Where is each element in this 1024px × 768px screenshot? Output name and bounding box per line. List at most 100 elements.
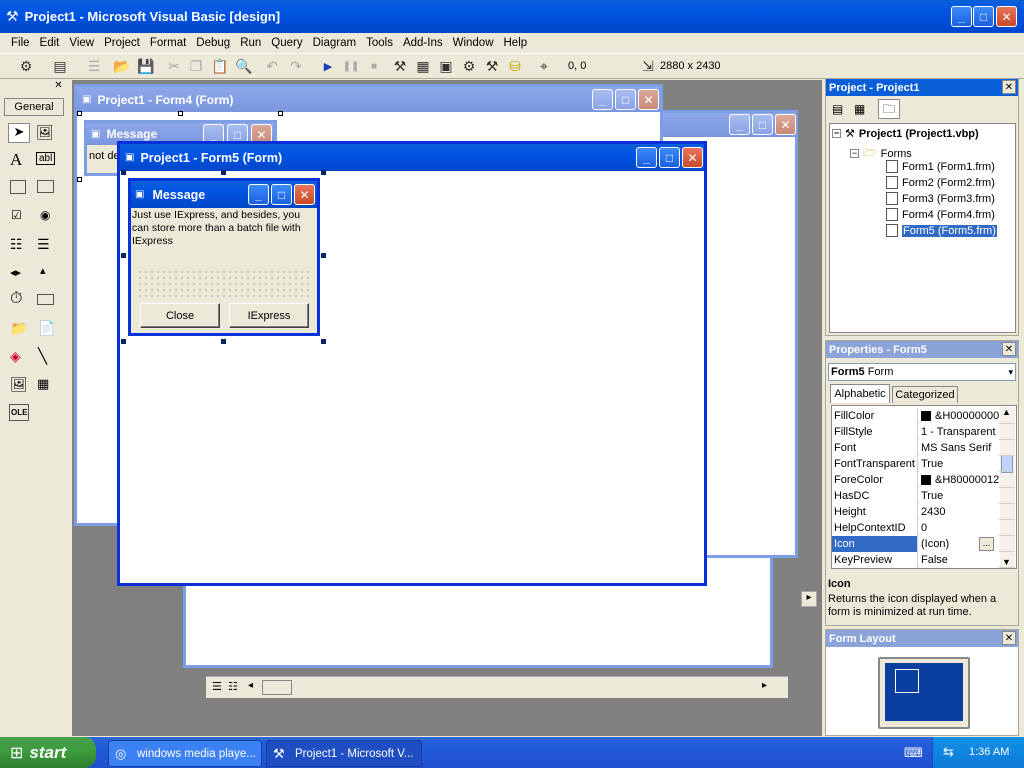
hscrollbar-tool-icon[interactable]: ◂▸ bbox=[10, 266, 21, 279]
dirlistbox-tool-icon[interactable]: 📁 bbox=[10, 320, 27, 337]
object-selector-dropdown-icon[interactable]: ▾ bbox=[1008, 364, 1013, 380]
add-form-icon[interactable]: ▤ bbox=[50, 55, 70, 77]
start-button[interactable]: ⊞ start bbox=[0, 737, 96, 768]
save-icon[interactable]: 💾 bbox=[136, 55, 156, 77]
toolbox-general-tab[interactable]: General bbox=[4, 98, 64, 116]
toolbox-close-icon[interactable]: ✕ bbox=[52, 80, 65, 93]
tab-alphabetic[interactable]: Alphabetic bbox=[830, 384, 890, 403]
keyboard-icon[interactable]: ⌨ bbox=[904, 745, 923, 761]
background2-minimize-button[interactable]: _ bbox=[729, 114, 750, 135]
open-icon[interactable]: 📂 bbox=[112, 55, 132, 77]
scroll-right-icon[interactable]: ▸ bbox=[762, 680, 767, 691]
properties-panel-close-icon[interactable]: ✕ bbox=[1002, 342, 1016, 356]
form4-selection-handle[interactable] bbox=[278, 111, 283, 116]
property-row[interactable]: FillStyle 1 - Transparent bbox=[832, 424, 1014, 440]
form-position-preview[interactable] bbox=[895, 669, 919, 693]
maximize-button[interactable]: □ bbox=[973, 6, 994, 27]
picturebox-tool-icon[interactable]: 🖼 bbox=[36, 124, 54, 141]
project-panel-close-icon[interactable]: ✕ bbox=[1002, 80, 1016, 94]
project-explorer-icon[interactable]: ⚒ bbox=[390, 55, 410, 77]
view-code-icon[interactable]: ▤ bbox=[832, 102, 843, 116]
ole-tool-icon[interactable]: OLE bbox=[9, 404, 30, 421]
form5-selection-handle[interactable] bbox=[121, 253, 126, 258]
scroll-left-icon[interactable]: ◂ bbox=[248, 680, 253, 691]
undo-icon[interactable]: ↶ bbox=[262, 55, 282, 77]
tree-form3[interactable]: Form3 (Form3.frm) bbox=[886, 192, 995, 205]
form4-selection-handle[interactable] bbox=[178, 111, 183, 116]
data-tool-icon[interactable]: ▦ bbox=[37, 376, 49, 392]
tree-collapse-icon[interactable]: − bbox=[850, 149, 859, 158]
menu-editor-icon[interactable]: ☰ bbox=[84, 55, 104, 77]
combobox-tool-icon[interactable]: ☷ bbox=[10, 236, 23, 253]
form5-selection-handle[interactable] bbox=[321, 253, 326, 258]
vscrollbar-tool-icon[interactable]: ▴ bbox=[40, 264, 46, 277]
redo-icon[interactable]: ↷ bbox=[286, 55, 306, 77]
menu-edit[interactable]: Edit bbox=[35, 37, 65, 49]
close-button-control[interactable]: Close bbox=[140, 303, 220, 328]
property-row[interactable]: KeyPreview False bbox=[832, 552, 1014, 568]
tab-categorized[interactable]: Categorized bbox=[892, 386, 958, 403]
image-tool-icon[interactable]: 🖼 bbox=[10, 376, 28, 393]
form-layout-icon[interactable]: ▣ bbox=[436, 55, 456, 77]
label-tool-icon[interactable]: A bbox=[10, 150, 22, 170]
code-window-scrollbar[interactable]: ☰ ☷ ◂ ▸ bbox=[206, 676, 788, 698]
cut-icon[interactable]: ✂ bbox=[164, 55, 184, 77]
copy-icon[interactable]: ❐ bbox=[186, 55, 206, 77]
frame-tool-icon[interactable] bbox=[10, 180, 26, 194]
end-icon[interactable]: ■ bbox=[364, 55, 384, 77]
form4-selection-handle[interactable] bbox=[77, 111, 82, 116]
form5-selection-handle[interactable] bbox=[221, 339, 226, 344]
toggle-folders-icon[interactable]: 🗀 bbox=[878, 99, 900, 119]
filelistbox-tool-icon[interactable]: 📄 bbox=[38, 320, 55, 337]
property-row[interactable]: FillColor &H00000000 bbox=[832, 408, 1014, 424]
message-label[interactable]: Just use IExpress, and besides, you can … bbox=[132, 209, 314, 248]
procedure-view-icon[interactable]: ☰ bbox=[212, 680, 222, 693]
drivelistbox-tool-icon[interactable] bbox=[37, 294, 54, 305]
form4-close-button[interactable]: ✕ bbox=[638, 89, 659, 110]
taskbar-item-media-player[interactable]: ◎ windows media playe... bbox=[108, 740, 262, 767]
tree-form1[interactable]: Form1 (Form1.frm) bbox=[886, 160, 995, 173]
break-icon[interactable]: ❚❚ bbox=[341, 55, 361, 77]
toolbox-icon[interactable]: ⚒ bbox=[482, 55, 502, 77]
menu-project[interactable]: Project bbox=[99, 37, 145, 49]
view-object-icon[interactable]: ▦ bbox=[854, 102, 865, 116]
form5-selection-handle[interactable] bbox=[321, 170, 326, 175]
close-button[interactable]: ✕ bbox=[996, 6, 1017, 27]
form5-selection-handle[interactable] bbox=[121, 339, 126, 344]
timer-tool-icon[interactable]: ⏱ bbox=[10, 290, 22, 308]
data-view-icon[interactable]: ⛁ bbox=[505, 55, 525, 77]
property-row[interactable]: ForeColor &H80000012 bbox=[832, 472, 1014, 488]
iexpress-button-control[interactable]: IExpress bbox=[229, 303, 309, 328]
menu-debug[interactable]: Debug bbox=[191, 37, 235, 49]
scroll-thumb[interactable] bbox=[262, 680, 292, 695]
menu-help[interactable]: Help bbox=[499, 37, 533, 49]
property-row[interactable]: HasDC True bbox=[832, 488, 1014, 504]
pointer-tool-icon[interactable]: ➤ bbox=[8, 123, 30, 143]
tree-root-project[interactable]: − ⚒ Project1 (Project1.vbp) bbox=[832, 127, 979, 140]
start-icon[interactable]: ▶ bbox=[318, 55, 338, 77]
property-ellipsis-button[interactable]: ... bbox=[979, 537, 994, 551]
menu-file[interactable]: File bbox=[6, 37, 35, 49]
taskbar-item-visual-basic[interactable]: ⚒ Project1 - Microsoft V... bbox=[266, 740, 422, 767]
form5-selection-handle[interactable] bbox=[121, 170, 126, 175]
background2-maximize-button[interactable]: □ bbox=[752, 114, 773, 135]
tree-collapse-icon[interactable]: − bbox=[832, 129, 841, 138]
full-module-view-icon[interactable]: ☷ bbox=[228, 680, 238, 693]
menu-format[interactable]: Format bbox=[145, 37, 191, 49]
menu-add-ins[interactable]: Add-Ins bbox=[398, 37, 448, 49]
background-scroll-right-icon[interactable]: ▸ bbox=[801, 591, 817, 607]
menu-tools[interactable]: Tools bbox=[361, 37, 398, 49]
message-close-button[interactable]: ✕ bbox=[294, 184, 315, 205]
network-icon[interactable]: ⇆ bbox=[943, 744, 954, 760]
line-tool-icon[interactable]: ╲ bbox=[38, 347, 47, 365]
tree-form5[interactable]: Form5 (Form5.frm) bbox=[886, 224, 997, 237]
object-browser-icon[interactable]: ⚙ bbox=[459, 55, 479, 77]
property-row[interactable]: Height 2430 bbox=[832, 504, 1014, 520]
form-layout-close-icon[interactable]: ✕ bbox=[1002, 631, 1016, 645]
minimize-button[interactable]: _ bbox=[951, 6, 972, 27]
listbox-tool-icon[interactable]: ☰ bbox=[37, 236, 50, 253]
properties-window-icon[interactable]: ▦ bbox=[413, 55, 433, 77]
message-maximize-button[interactable]: □ bbox=[271, 184, 292, 205]
menu-view[interactable]: View bbox=[64, 37, 99, 49]
form4-maximize-button[interactable]: □ bbox=[615, 89, 636, 110]
